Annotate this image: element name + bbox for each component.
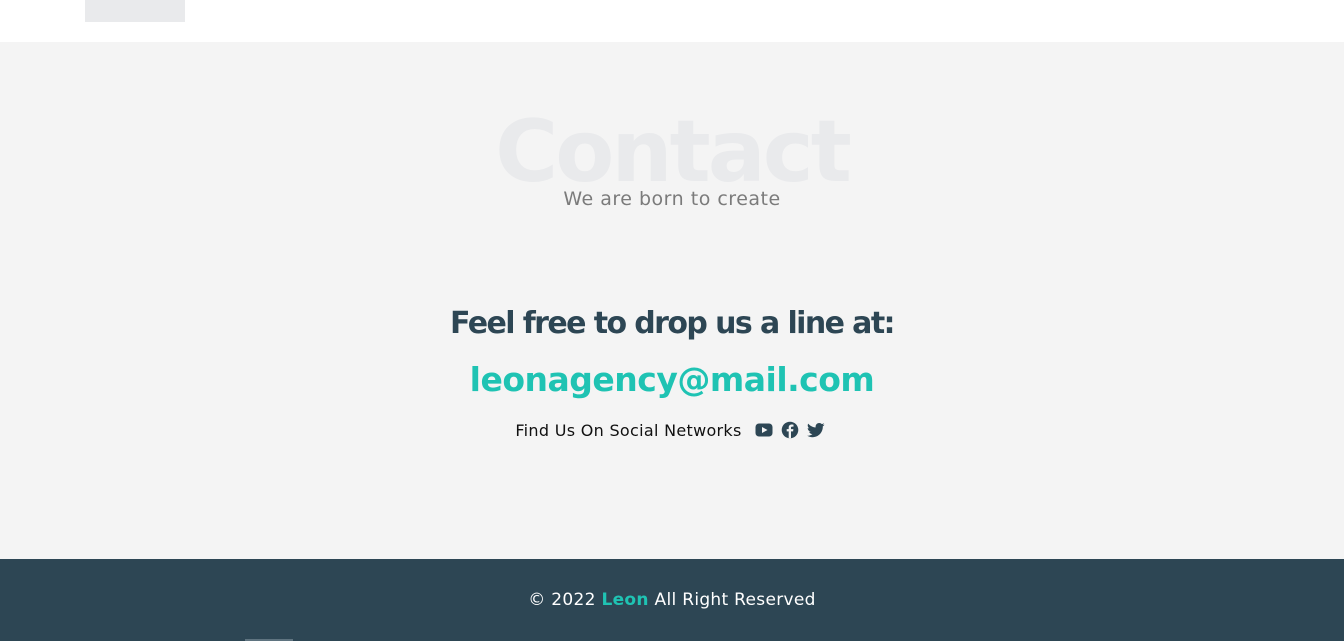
social-networks-row: Find Us On Social Networks xyxy=(0,419,1344,441)
brand-name: Leon xyxy=(601,590,649,610)
section-watermark-title: Contact xyxy=(495,102,852,202)
section-subtitle: We are born to create xyxy=(563,188,781,210)
youtube-icon[interactable] xyxy=(755,421,773,439)
footer: © 2022 Leon All Right Reserved xyxy=(0,559,1344,641)
copyright-text: © 2022 Leon All Right Reserved xyxy=(0,590,1344,610)
social-networks-label: Find Us On Social Networks xyxy=(515,420,742,440)
facebook-icon[interactable] xyxy=(781,421,799,439)
twitter-icon[interactable] xyxy=(806,421,825,439)
copyright-prefix: © 2022 xyxy=(528,590,596,610)
copyright-suffix: All Right Reserved xyxy=(654,590,816,610)
email-link[interactable]: leonagency@mail.com xyxy=(0,360,1344,399)
contact-heading: Feel free to drop us a line at: xyxy=(450,306,896,341)
top-bar xyxy=(0,0,1344,42)
contact-section: Contact We are born to create Feel free … xyxy=(0,42,1344,559)
logo-placeholder xyxy=(85,0,185,22)
